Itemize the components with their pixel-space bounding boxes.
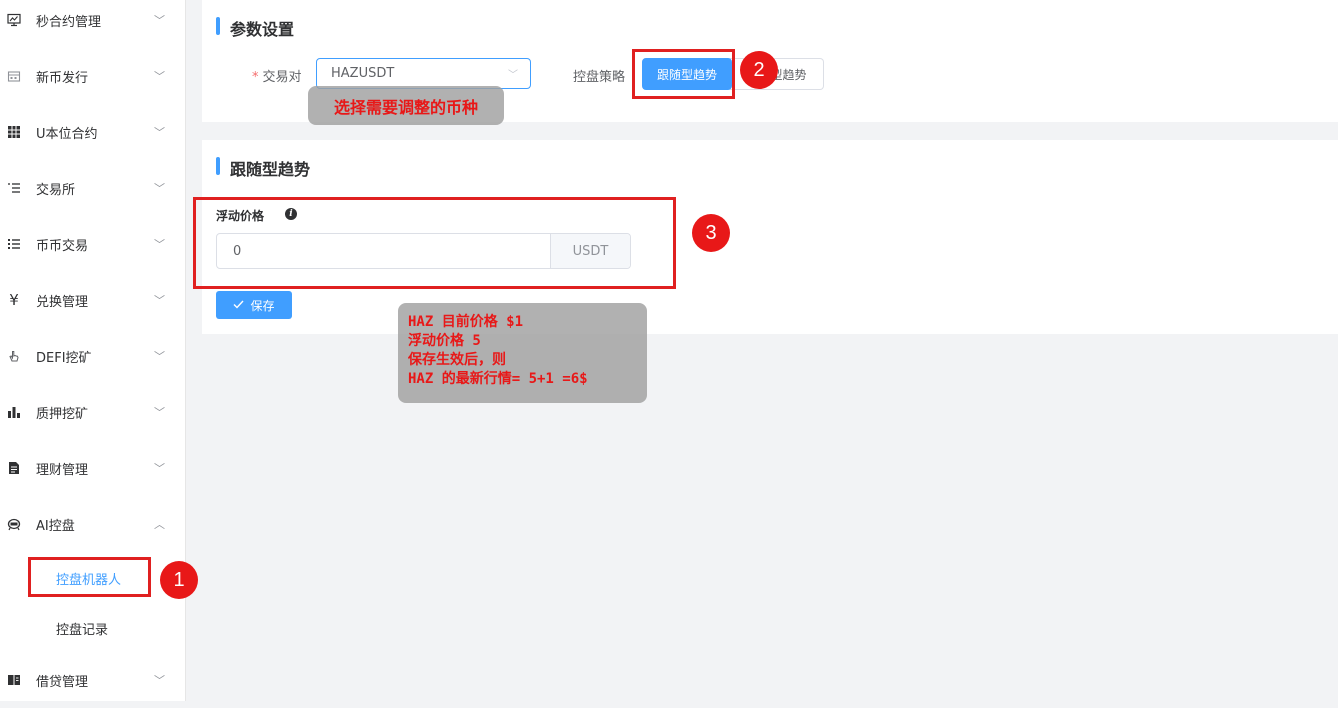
calendar-icon [6, 68, 22, 84]
pair-select[interactable]: HAZUSDT ﹀ [316, 58, 531, 89]
chevron-down-icon: ﹀ [154, 126, 165, 139]
sidebar-item-defi[interactable]: DEFI挖矿 ﹀ [0, 328, 186, 384]
sidebar-item-label: 借贷管理 [36, 674, 89, 690]
chevron-down-icon: ﹀ [154, 462, 165, 475]
sidebar-item-seconds-contract[interactable]: 秒合约管理 ﹀ [0, 0, 186, 48]
tooltip-line: HAZ 目前价格 $1 [408, 314, 524, 330]
tooltip-line: HAZ 的最新行情= 5+1 =6$ [408, 371, 588, 387]
sidebar-item-label: 新币发行 [36, 70, 89, 86]
sidebar-item-finance[interactable]: 理财管理 ﹀ [0, 440, 186, 496]
grid-icon [6, 124, 22, 140]
annotation-box-1 [28, 557, 151, 597]
pair-select-value: HAZUSDT [331, 66, 395, 81]
sidebar-item-label: 质押挖矿 [36, 406, 89, 422]
tooltip-line: 浮动价格 5 [408, 333, 481, 349]
section-title: 跟随型趋势 [216, 156, 310, 180]
sidebar-item-new-coin[interactable]: 新币发行 ﹀ [0, 48, 186, 104]
annotation-tooltip-price: HAZ 目前价格 $1 浮动价格 5 保存生效后，则 HAZ 的最新行情= 5+… [398, 303, 647, 403]
section-title: 参数设置 [216, 16, 294, 40]
sidebar-item-coin-trade[interactable]: 币币交易 ﹀ [0, 216, 186, 272]
robot-icon [6, 516, 22, 532]
chevron-down-icon: ﹀ [154, 294, 165, 307]
chevron-down-icon: ﹀ [154, 406, 165, 419]
sidebar-item-label: 理财管理 [36, 462, 89, 478]
monitor-icon [6, 12, 22, 28]
save-button[interactable]: 保存 [216, 291, 292, 319]
sidebar-item-lending[interactable]: 借贷管理 ﹀ [0, 652, 186, 708]
sidebar-item-label: U本位合约 [36, 126, 98, 142]
annotation-tooltip-select: 选择需要调整的币种 [308, 86, 504, 125]
sidebar-subitem-control-record[interactable]: 控盘记录 [0, 606, 186, 650]
sidebar-item-label: 兑换管理 [36, 294, 89, 310]
pair-label: * 交易对 [252, 70, 302, 85]
annotation-circle-1: 1 [160, 561, 198, 599]
save-label: 保存 [250, 298, 275, 313]
sidebar-item-label: 交易所 [36, 182, 76, 198]
chevron-down-icon: ﹀ [154, 674, 165, 687]
menu-icon [6, 236, 22, 252]
sidebar-item-label: DEFI挖矿 [36, 350, 92, 366]
annotation-box-2 [632, 49, 735, 99]
chevron-down-icon: ﹀ [154, 70, 165, 83]
sidebar-item-label: 秒合约管理 [36, 14, 102, 30]
chevron-down-icon: ﹀ [154, 238, 165, 251]
list-icon [6, 180, 22, 196]
chevron-down-icon: ﹀ [154, 14, 165, 27]
yen-icon: ¥ [9, 291, 19, 309]
chevron-down-icon: ﹀ [508, 70, 518, 81]
check-icon [233, 298, 244, 312]
sidebar-item-exchange[interactable]: 交易所 ﹀ [0, 160, 186, 216]
sidebar-item-label: 控盘记录 [56, 622, 109, 638]
document-icon [6, 460, 22, 476]
sidebar-item-label: AI控盘 [36, 518, 75, 534]
sidebar-item-convert[interactable]: ¥ 兑换管理 ﹀ [0, 272, 186, 328]
chevron-down-icon: ﹀ [154, 350, 165, 363]
strategy-label: 控盘策略 [573, 70, 626, 85]
sidebar-item-label: 币币交易 [36, 238, 89, 254]
chevron-up-icon: ︿ [154, 518, 165, 531]
chevron-down-icon: ﹀ [154, 182, 165, 195]
bar-chart-icon [6, 404, 22, 420]
hand-icon [6, 348, 22, 364]
sidebar-item-staking[interactable]: 质押挖矿 ﹀ [0, 384, 186, 440]
annotation-circle-2: 2 [740, 51, 778, 89]
sidebar-item-u-contract[interactable]: U本位合约 ﹀ [0, 104, 186, 160]
annotation-box-3 [193, 197, 676, 289]
annotation-circle-3: 3 [692, 214, 730, 252]
book-icon [6, 672, 22, 688]
sidebar-item-ai-control[interactable]: AI控盘 ︿ [0, 496, 186, 552]
tooltip-line: 保存生效后，则 [408, 352, 506, 368]
